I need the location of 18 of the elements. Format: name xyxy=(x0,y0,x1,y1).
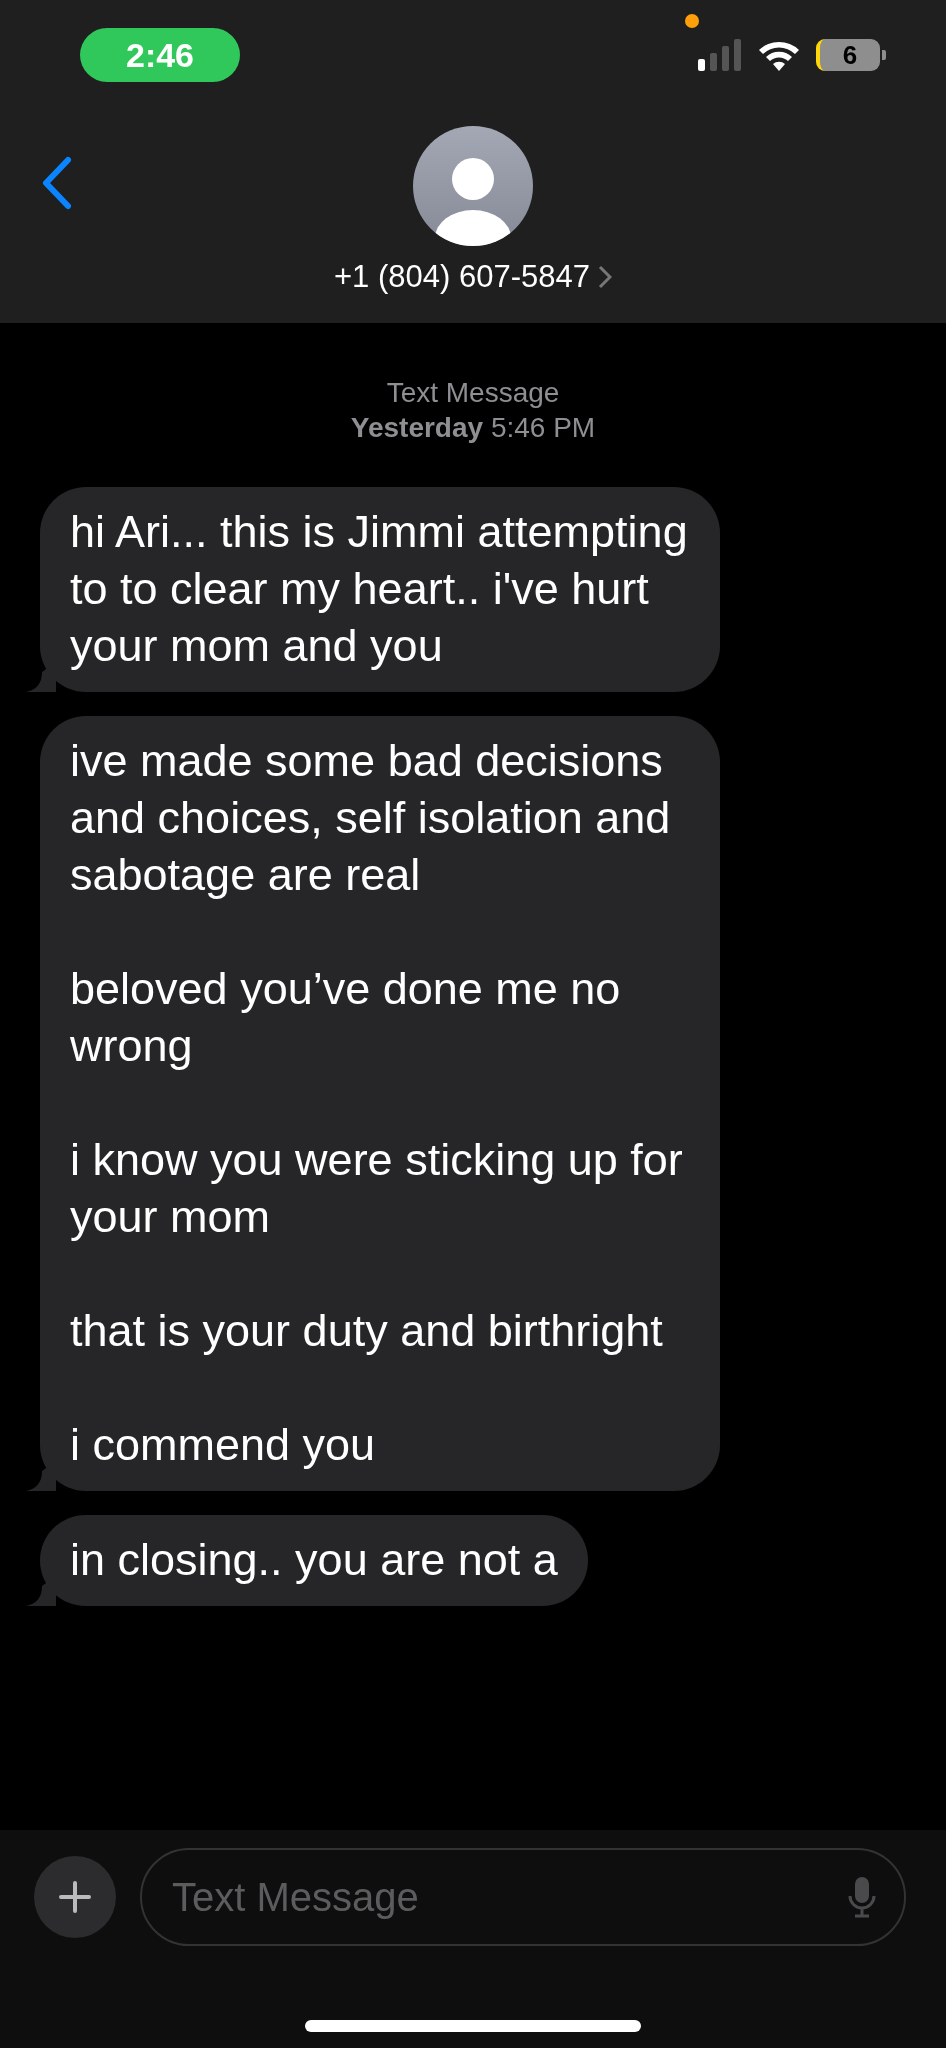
message-text: i know you were sticking up for your mom xyxy=(70,1133,684,1244)
message-text: beloved you’ve done me no wrong xyxy=(70,962,622,1073)
message-text: i commend you xyxy=(70,1418,377,1472)
signal-icon xyxy=(698,39,742,71)
privacy-indicator-icon xyxy=(685,14,699,28)
service-label: Text Message xyxy=(385,376,561,410)
status-time: 2:46 xyxy=(80,28,240,82)
message-timestamp: Yesterday 5:46 PM xyxy=(349,411,597,445)
avatar-icon[interactable] xyxy=(413,126,533,246)
message-text: hi Ari... this is Jimmi attempting to to clear my heart.. i've hurt your mom and you xyxy=(70,505,689,673)
message-text: in closing.. you are not a xyxy=(70,1533,558,1587)
message-input[interactable]: Text Message xyxy=(140,1848,906,1946)
contact-link[interactable]: +1 (804) 607-5847 xyxy=(334,254,612,301)
message-text: that is your duty and birthright xyxy=(70,1304,664,1358)
plus-icon xyxy=(57,1879,93,1915)
chevron-icon xyxy=(597,265,612,290)
wifi-icon xyxy=(758,39,800,71)
message-text: ive made some bad decisions and choices, self isolation and sabotage are real xyxy=(70,734,672,902)
